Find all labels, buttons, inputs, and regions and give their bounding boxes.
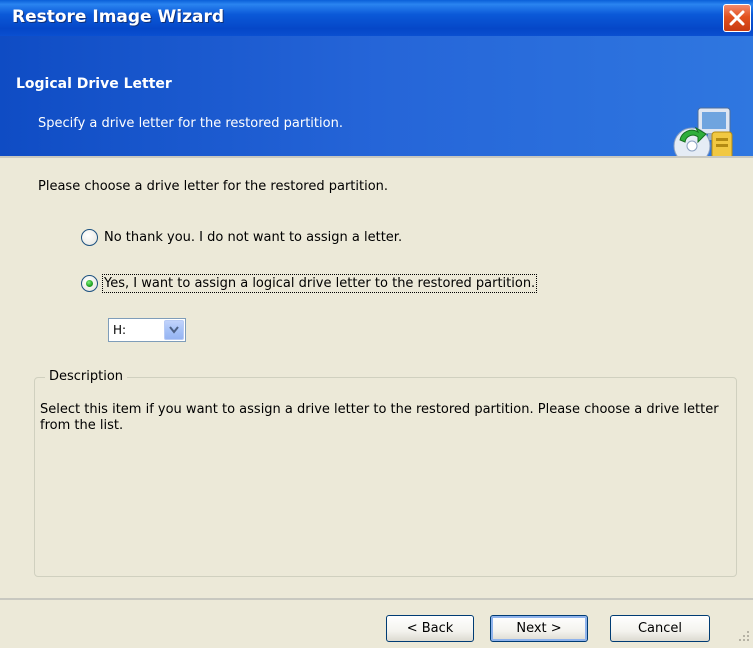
wizard-footer: < Back Next > Cancel — [0, 600, 753, 648]
restore-image-wizard-window: Restore Image Wizard Logical Drive Lette… — [0, 0, 753, 648]
close-icon — [729, 10, 745, 26]
wizard-content: Please choose a drive letter for the res… — [0, 158, 753, 598]
resize-grip-icon[interactable] — [738, 630, 750, 642]
option-assign-letter[interactable]: Yes, I want to assign a logical drive le… — [81, 274, 538, 293]
description-legend: Description — [45, 369, 128, 384]
radio-no-letter[interactable] — [81, 229, 98, 246]
option-no-letter-label[interactable]: No thank you. I do not want to assign a … — [104, 230, 402, 245]
radio-assign-letter[interactable] — [81, 275, 98, 292]
dropdown-button[interactable] — [164, 320, 184, 340]
drive-letter-value: H: — [113, 323, 127, 337]
description-group: Description Select this item if you want… — [34, 369, 737, 577]
next-button[interactable]: Next > — [490, 615, 588, 642]
page-title: Logical Drive Letter — [16, 76, 172, 92]
prompt-text: Please choose a drive letter for the res… — [38, 179, 389, 194]
chevron-down-icon — [169, 326, 179, 334]
back-button[interactable]: < Back — [386, 615, 474, 642]
option-no-letter[interactable]: No thank you. I do not want to assign a … — [81, 229, 402, 246]
title-bar[interactable]: Restore Image Wizard — [0, 0, 753, 36]
window-title: Restore Image Wizard — [12, 7, 225, 27]
page-subtitle: Specify a drive letter for the restored … — [38, 116, 343, 131]
drive-letter-dropdown[interactable]: H: — [108, 318, 186, 342]
option-assign-letter-label[interactable]: Yes, I want to assign a logical drive le… — [101, 274, 538, 293]
description-text: Select this item if you want to assign a… — [40, 402, 719, 433]
wizard-header: Logical Drive Letter Specify a drive let… — [0, 36, 753, 167]
cancel-button[interactable]: Cancel — [610, 615, 710, 642]
close-button[interactable] — [723, 4, 751, 32]
